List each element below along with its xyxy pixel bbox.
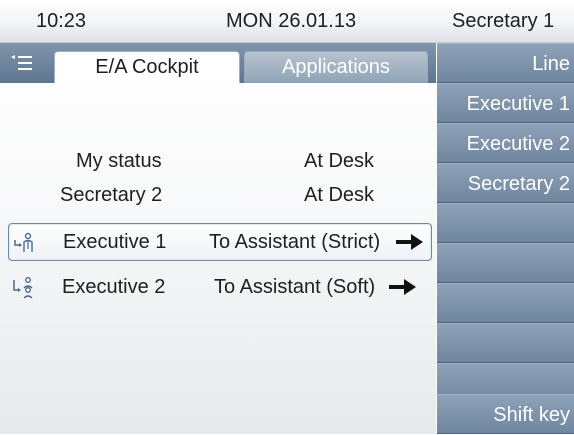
key-empty-7[interactable] — [437, 283, 574, 323]
key-empty-5[interactable] — [437, 203, 574, 243]
tab-applications[interactable]: Applications — [244, 51, 428, 83]
tab-bar: E/A Cockpit Applications — [0, 43, 436, 83]
key-secretary-2[interactable]: Secretary 2 — [437, 163, 574, 203]
my-status-value: At Desk — [304, 150, 375, 172]
executive-1-mode: To Assistant (Strict) — [209, 231, 381, 253]
tab-ea-cockpit[interactable]: E/A Cockpit — [54, 51, 240, 83]
key-executive-2[interactable]: Executive 2 — [437, 123, 574, 163]
key-empty-6[interactable] — [437, 243, 574, 283]
menu-button[interactable] — [4, 49, 40, 77]
key-executive-1[interactable]: Executive 1 — [437, 83, 574, 123]
secretary-label: Secretary 2 — [60, 184, 163, 206]
executive-forward-icon — [14, 232, 33, 252]
key-line[interactable]: Line — [437, 43, 574, 83]
menu-list-icon — [11, 55, 32, 70]
arrow-right-icon — [396, 234, 423, 250]
secretary-status-value: At Desk — [304, 184, 375, 206]
executive-group-icon — [13, 277, 33, 299]
function-key-column: Line Executive 1 Executive 2 Secretary 2… — [437, 43, 574, 434]
clock-time: 10:23 — [36, 10, 87, 32]
arrow-right-icon — [389, 279, 416, 295]
executive-2-name: Executive 2 — [62, 276, 166, 298]
date-display: MON 26.01.13 — [226, 10, 357, 32]
key-empty-8[interactable] — [437, 323, 574, 363]
status-bar: 10:23 MON 26.01.13 Secretary 1 — [0, 0, 574, 43]
user-name: Secretary 1 — [452, 10, 555, 32]
executive-1-name: Executive 1 — [63, 231, 167, 253]
my-status-label: My status — [76, 150, 162, 172]
key-shift[interactable]: Shift key — [437, 394, 574, 434]
main-panel: E/A Cockpit Applications My status At De… — [0, 43, 436, 434]
executive-row-2[interactable]: Executive 2 To Assistant (Soft) — [8, 269, 432, 307]
executive-row-1[interactable]: Executive 1 To Assistant (Strict) — [8, 223, 432, 261]
executive-2-mode: To Assistant (Soft) — [214, 276, 376, 298]
